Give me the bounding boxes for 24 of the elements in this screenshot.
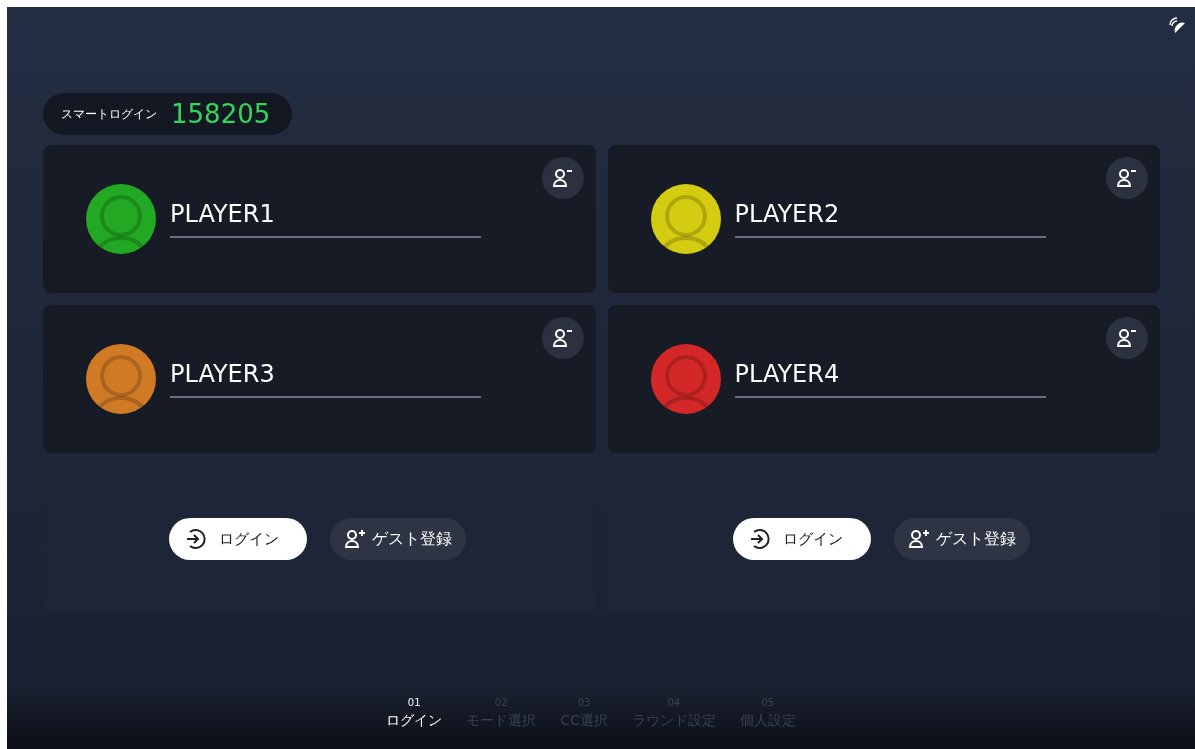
step-tab[interactable]: 01 ログイン [386,695,443,731]
person-minus-icon [551,168,574,188]
smart-login-code: 158205 [171,97,271,131]
person-minus-icon [551,328,574,348]
remove-player-button[interactable] [541,157,584,199]
person-minus-icon [1116,328,1138,348]
login-button[interactable]: ログイン [168,518,307,560]
sign-in-icon [749,528,772,550]
sign-in-icon [184,528,207,550]
remove-player-button[interactable] [1106,157,1148,199]
remove-player-button[interactable] [541,317,584,359]
guest-register-button[interactable]: ゲスト登録 [894,518,1031,560]
player-name-field[interactable]: PLAYER4 [734,356,1046,398]
remove-player-button[interactable] [1106,317,1148,359]
guest-register-button[interactable]: ゲスト登録 [329,518,466,560]
player-name-field[interactable]: PLAYER3 [170,356,481,398]
player-name-field[interactable]: PLAYER1 [170,196,481,238]
person-plus-icon [343,529,366,549]
smart-login-label: スマートログイン [61,106,157,123]
person-minus-icon [1116,168,1138,188]
signal-icon [1169,17,1185,33]
person-plus-icon [908,529,931,549]
player-name-field[interactable]: PLAYER2 [734,196,1046,238]
login-button[interactable]: ログイン [733,518,872,560]
